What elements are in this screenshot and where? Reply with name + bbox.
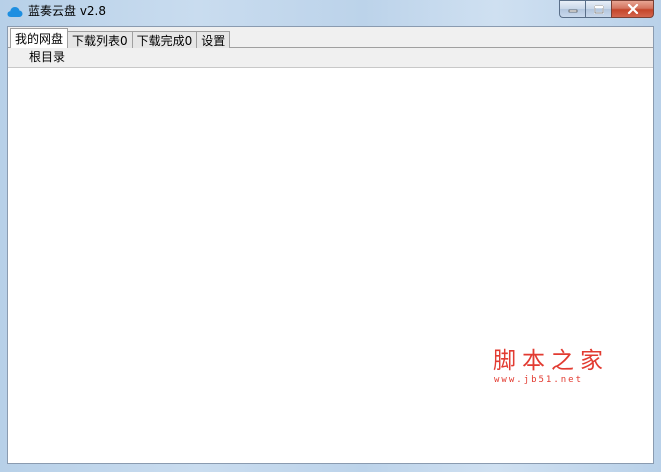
title-bar[interactable]: 蓝奏云盘 v2.8 [0,0,661,24]
tab-download-list[interactable]: 下载列表0 [67,31,133,48]
watermark: 脚本之家 www.jb51.net [490,348,620,388]
tab-settings[interactable]: 设置 [196,31,231,48]
file-list[interactable] [8,67,653,463]
cloud-icon [7,7,23,17]
watermark-url: www.jb51.net [494,375,584,385]
tab-my-drive[interactable]: 我的网盘 [10,28,69,48]
client-area: 我的网盘 下载列表0 下载完成0 设置 根目录 [7,26,654,464]
breadcrumb-root[interactable]: 根目录 [29,49,65,65]
window-title: 蓝奏云盘 v2.8 [28,4,107,18]
minimize-icon [568,9,577,13]
window-controls [559,0,654,18]
breadcrumb: 根目录 [8,48,653,67]
tab-bar: 我的网盘 下载列表0 下载完成0 设置 [10,28,231,48]
maximize-button[interactable] [585,0,611,18]
tab-download-complete[interactable]: 下载完成0 [131,31,198,48]
close-icon [627,4,638,14]
app-window: 蓝奏云盘 v2.8 我的网盘 下载列表0 下载完成0 设置 根目录 脚本之家 w… [0,0,661,472]
close-button[interactable] [611,0,654,18]
minimize-button[interactable] [559,0,585,18]
maximize-icon [593,4,604,14]
watermark-title: 脚本之家 [493,348,609,374]
